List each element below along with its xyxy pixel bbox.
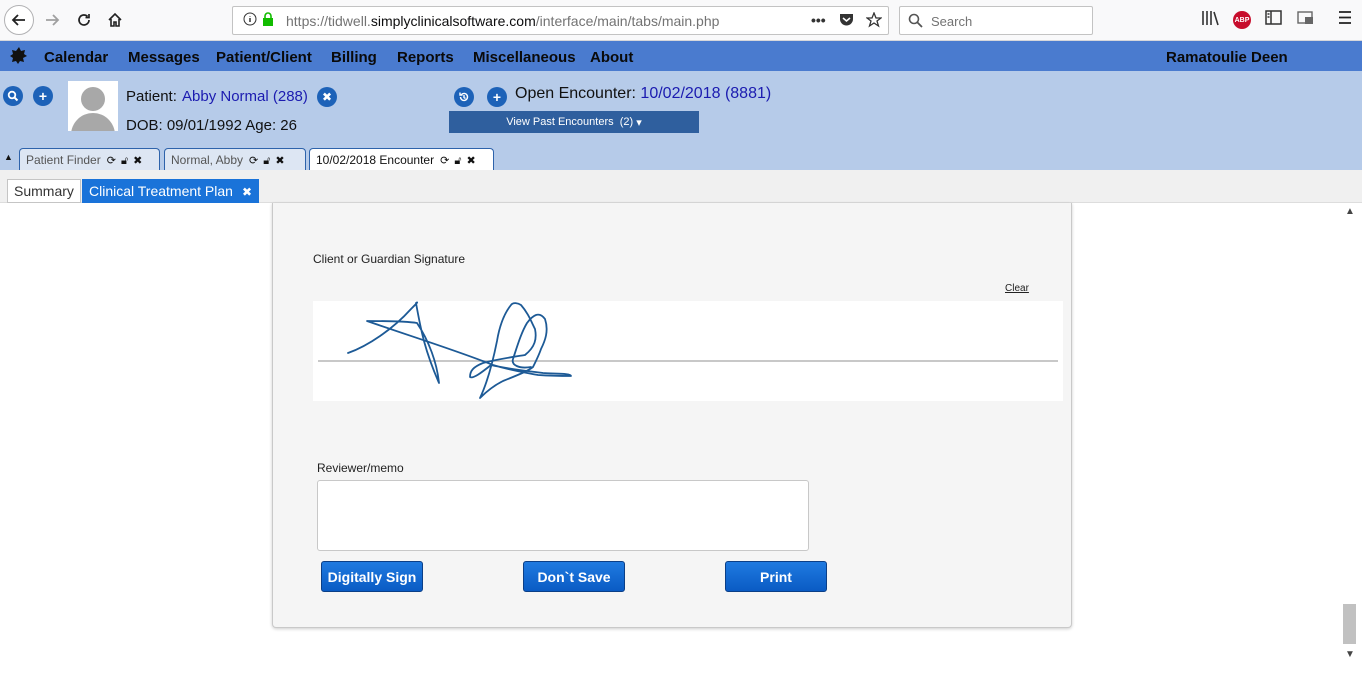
screenshot-icon[interactable]	[1297, 10, 1314, 30]
menu-reports[interactable]: Reports	[397, 49, 454, 66]
current-user[interactable]: Ramatoulie Deen	[1166, 49, 1288, 66]
sub-tab-bar: Summary Clinical Treatment Plan ✖	[0, 170, 1362, 203]
url-bar[interactable]: https://tidwell.simplyclinicalsoftware.c…	[232, 6, 889, 35]
plus-icon: +	[38, 88, 48, 104]
close-icon[interactable]: ✖	[275, 155, 289, 167]
patient-dob-age: DOB: 09/01/1992 Age: 26	[126, 117, 297, 134]
subtab-summary[interactable]: Summary	[7, 179, 81, 203]
plus-icon: +	[492, 89, 502, 105]
lock-icon[interactable]	[262, 12, 274, 29]
add-patient-button[interactable]: +	[33, 86, 53, 106]
close-icon[interactable]: ✖	[133, 155, 147, 167]
reload-icon	[78, 14, 90, 26]
menu-calendar[interactable]: Calendar	[44, 49, 108, 66]
unlock-icon[interactable]: 🔓︎	[454, 155, 466, 167]
close-icon[interactable]: ✖	[466, 155, 480, 167]
close-patient-button[interactable]: ✖	[317, 87, 337, 107]
avatar	[68, 81, 118, 131]
tab-patient-finder[interactable]: Patient Finder ⟳🔓︎✖	[19, 148, 160, 170]
refresh-icon[interactable]: ⟳	[249, 155, 263, 167]
main-menu-bar: Calendar Messages Patient/Client Billing…	[0, 41, 1362, 71]
digitally-sign-button[interactable]: Digitally Sign	[321, 561, 423, 592]
print-button[interactable]: Print	[725, 561, 827, 592]
search-icon	[908, 13, 923, 33]
treatment-plan-form: Client or Guardian Signature Clear Revie…	[272, 203, 1072, 628]
subtab-clinical-treatment-plan[interactable]: Clinical Treatment Plan ✖	[82, 179, 259, 203]
unlock-icon[interactable]: 🔓︎	[263, 155, 275, 167]
close-icon: ✖	[321, 90, 333, 104]
menu-patient-client[interactable]: Patient/Client	[216, 49, 312, 66]
arrow-left-icon	[11, 14, 25, 26]
encounter-history-button[interactable]	[454, 87, 474, 107]
scroll-thumb[interactable]	[1343, 604, 1356, 644]
menu-miscellaneous[interactable]: Miscellaneous	[473, 49, 576, 66]
history-icon	[459, 92, 469, 102]
open-encounter-link[interactable]: 10/02/2018 (8881)	[640, 85, 771, 102]
clear-signature-link[interactable]: Clear	[1005, 283, 1029, 294]
back-button[interactable]	[4, 5, 34, 35]
patient-name-link[interactable]: Abby Normal (288)	[182, 88, 308, 105]
view-past-encounters-button[interactable]: View Past Encounters (2) ▾	[449, 111, 699, 133]
search-bar[interactable]: Search	[899, 6, 1093, 35]
reviewer-memo-textarea[interactable]	[317, 480, 809, 551]
menu-billing[interactable]: Billing	[331, 49, 377, 66]
sidebar-icon[interactable]	[1265, 10, 1282, 30]
page-actions-icon[interactable]: •••	[811, 12, 826, 28]
collapse-up-icon[interactable]: ▲	[4, 152, 13, 162]
tab-normal-abby[interactable]: Normal, Abby ⟳🔓︎✖	[164, 148, 306, 170]
search-icon	[7, 90, 19, 102]
bookmark-star-icon[interactable]	[865, 11, 883, 31]
tab-encounter[interactable]: 10/02/2018 Encounter ⟳🔓︎✖	[309, 148, 494, 170]
browser-toolbar: https://tidwell.simplyclinicalsoftware.c…	[0, 0, 1362, 41]
open-encounter-title: Open Encounter: 10/02/2018 (8881)	[515, 85, 772, 102]
app-logo-icon[interactable]	[10, 46, 28, 69]
refresh-icon[interactable]: ⟳	[107, 155, 121, 167]
patient-label: Patient:	[126, 88, 177, 105]
menu-messages[interactable]: Messages	[128, 49, 200, 66]
caret-down-icon: ▾	[636, 116, 642, 129]
home-icon	[108, 12, 122, 27]
home-button[interactable]	[101, 6, 129, 34]
new-encounter-button[interactable]: +	[487, 87, 507, 107]
search-input[interactable]: Search	[931, 14, 972, 29]
url-text[interactable]: https://tidwell.simplyclinicalsoftware.c…	[286, 13, 719, 29]
signature-pad[interactable]	[313, 301, 1063, 401]
patient-search-button[interactable]	[3, 86, 23, 106]
signature-label: Client or Guardian Signature	[313, 252, 466, 266]
signature-drawing	[318, 301, 1058, 399]
hamburger-menu-icon[interactable]	[1337, 10, 1353, 30]
reload-button[interactable]	[70, 6, 98, 34]
adblock-plus-icon[interactable]: ABP	[1233, 11, 1251, 29]
close-icon[interactable]: ✖	[242, 185, 252, 199]
info-icon[interactable]	[243, 12, 257, 29]
vertical-scrollbar[interactable]: ▲ ▼	[1341, 203, 1358, 663]
forward-button[interactable]	[38, 6, 66, 34]
scroll-down-icon[interactable]: ▼	[1345, 649, 1355, 660]
pocket-icon[interactable]	[839, 12, 854, 30]
arrow-right-icon	[46, 14, 60, 26]
menu-about[interactable]: About	[590, 49, 633, 66]
dont-save-button[interactable]: Don`t Save	[523, 561, 625, 592]
scroll-up-icon[interactable]: ▲	[1345, 206, 1355, 217]
refresh-icon[interactable]: ⟳	[440, 155, 454, 167]
tab-bar: ▲ Patient Finder ⟳🔓︎✖ Normal, Abby ⟳🔓︎✖ 10…	[0, 146, 1362, 170]
reviewer-memo-label: Reviewer/memo	[317, 461, 404, 475]
library-icon[interactable]	[1201, 10, 1219, 31]
unlock-icon[interactable]: 🔓︎	[121, 155, 133, 167]
